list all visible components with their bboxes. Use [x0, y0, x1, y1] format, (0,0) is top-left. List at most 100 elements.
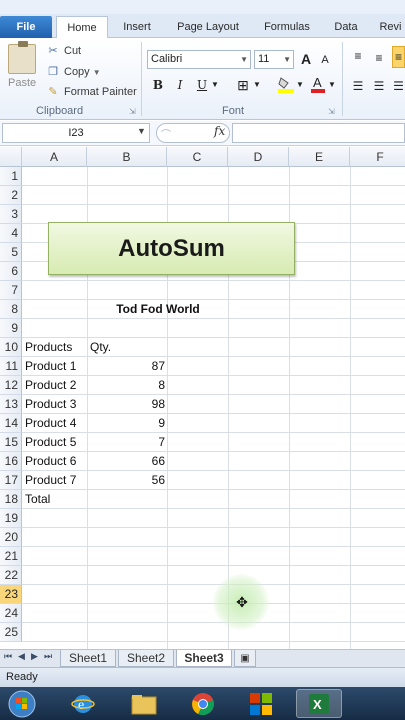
- dialog-launcher-icon[interactable]: ⇲: [129, 107, 136, 116]
- column-header-b[interactable]: B: [87, 147, 167, 167]
- taskbar-office-app[interactable]: [238, 689, 284, 718]
- product-name-cell[interactable]: Product 5: [23, 433, 87, 452]
- copy-button[interactable]: ❐ Copy ▼: [46, 63, 101, 81]
- row-header-9[interactable]: 9: [0, 319, 22, 338]
- paste-icon[interactable]: [8, 41, 36, 74]
- align-middle-icon[interactable]: ≡: [371, 48, 387, 68]
- product-qty-cell[interactable]: 8: [88, 376, 167, 395]
- last-sheet-icon[interactable]: ⏭: [44, 651, 52, 662]
- chevron-down-icon[interactable]: ▼: [93, 68, 101, 77]
- row-header-2[interactable]: 2: [0, 186, 22, 205]
- italic-button[interactable]: I: [173, 75, 187, 95]
- row-header-11[interactable]: 11: [0, 357, 22, 376]
- taskbar-explorer[interactable]: [121, 689, 167, 718]
- product-name-cell[interactable]: Product 7: [23, 471, 87, 490]
- product-qty-cell[interactable]: 66: [88, 452, 167, 471]
- fill-color-icon[interactable]: [277, 75, 295, 95]
- product-name-cell[interactable]: Product 4: [23, 414, 87, 433]
- chevron-down-icon[interactable]: ▼: [211, 75, 219, 95]
- row-header-12[interactable]: 12: [0, 376, 22, 395]
- tab-formulas[interactable]: Formulas: [255, 16, 319, 38]
- next-sheet-icon[interactable]: ▶: [31, 651, 38, 662]
- row-header-3[interactable]: 3: [0, 205, 22, 224]
- align-center-icon[interactable]: ☰: [371, 76, 387, 96]
- row-header-10[interactable]: 10: [0, 338, 22, 357]
- row-header-4[interactable]: 4: [0, 224, 22, 243]
- chevron-down-icon[interactable]: ▼: [328, 75, 336, 95]
- row-header-1[interactable]: 1: [0, 167, 22, 186]
- row-header-25[interactable]: 25: [0, 623, 22, 642]
- row-header-14[interactable]: 14: [0, 414, 22, 433]
- taskbar-internet-explorer[interactable]: e: [60, 689, 106, 718]
- tab-review[interactable]: Revi: [376, 16, 405, 38]
- row-header-20[interactable]: 20: [0, 528, 22, 547]
- row-header-24[interactable]: 24: [0, 604, 22, 623]
- format-painter-button[interactable]: ✎ Format Painter: [46, 83, 136, 101]
- prev-sheet-icon[interactable]: ◀: [18, 651, 25, 662]
- shrink-font-button[interactable]: A: [318, 50, 332, 70]
- start-button[interactable]: [4, 689, 40, 718]
- product-name-cell[interactable]: Product 6: [23, 452, 87, 471]
- column-header-f[interactable]: F: [350, 147, 405, 167]
- paste-button-label[interactable]: Paste: [8, 77, 36, 89]
- product-name-cell[interactable]: Product 1: [23, 357, 87, 376]
- worksheet-grid[interactable]: A B C D E F 1 2 3 4 5 6 7 8 9 10 11 12 13 14 15 16 17 18 1…: [0, 147, 405, 649]
- product-qty-cell[interactable]: 9: [88, 414, 167, 433]
- align-right-icon[interactable]: ☰: [392, 76, 405, 96]
- sheet-tab-sheet2[interactable]: Sheet2: [118, 650, 174, 667]
- align-top-icon[interactable]: ≡: [350, 46, 366, 66]
- first-sheet-icon[interactable]: ⏮: [4, 651, 12, 662]
- product-qty-cell[interactable]: 87: [88, 357, 167, 376]
- total-label-cell[interactable]: Total: [23, 490, 87, 509]
- bold-button[interactable]: B: [151, 75, 165, 95]
- tab-insert[interactable]: Insert: [113, 16, 161, 38]
- column-header-c[interactable]: C: [167, 147, 228, 167]
- tab-data[interactable]: Data: [326, 16, 366, 38]
- select-all-corner[interactable]: [0, 147, 22, 167]
- product-name-cell[interactable]: Product 3: [23, 395, 87, 414]
- column-header-a[interactable]: A: [22, 147, 87, 167]
- product-qty-cell[interactable]: 7: [88, 433, 167, 452]
- sheet-tab-sheet1[interactable]: Sheet1: [60, 650, 116, 667]
- name-box[interactable]: I23: [2, 123, 150, 143]
- header-products-cell[interactable]: Products: [23, 338, 87, 357]
- font-name-select[interactable]: Calibri ▼: [147, 50, 251, 69]
- taskbar-excel[interactable]: X: [296, 689, 342, 718]
- tab-page-layout[interactable]: Page Layout: [168, 16, 248, 38]
- tab-file[interactable]: File: [0, 16, 52, 38]
- chevron-down-icon[interactable]: ▼: [253, 75, 261, 95]
- product-name-cell[interactable]: Product 2: [23, 376, 87, 395]
- product-qty-cell[interactable]: 98: [88, 395, 167, 414]
- borders-icon[interactable]: ⊞: [235, 75, 251, 95]
- align-bottom-icon[interactable]: ≡: [392, 46, 405, 68]
- formula-bar-collapse-icon[interactable]: ⌒: [161, 126, 171, 141]
- row-header-17[interactable]: 17: [0, 471, 22, 490]
- chevron-down-icon[interactable]: ▼: [296, 75, 304, 95]
- row-header-5[interactable]: 5: [0, 243, 22, 262]
- insert-sheet-icon[interactable]: ▣: [234, 650, 256, 667]
- row-header-16[interactable]: 16: [0, 452, 22, 471]
- heading-cell[interactable]: Tod Fod World: [88, 300, 228, 319]
- taskbar-chrome[interactable]: [180, 689, 226, 718]
- column-header-e[interactable]: E: [289, 147, 350, 167]
- font-color-icon[interactable]: A: [310, 75, 326, 95]
- insert-function-icon[interactable]: fx: [214, 124, 225, 138]
- row-header-23[interactable]: 23: [0, 585, 22, 604]
- column-header-d[interactable]: D: [228, 147, 289, 167]
- formula-input[interactable]: [232, 123, 405, 143]
- header-qty-cell[interactable]: Qty.: [88, 338, 167, 357]
- sheet-tab-sheet3[interactable]: Sheet3: [176, 650, 232, 667]
- dialog-launcher-icon[interactable]: ⇲: [328, 107, 335, 116]
- font-size-select[interactable]: 11 ▼: [254, 50, 294, 69]
- row-header-15[interactable]: 15: [0, 433, 22, 452]
- cut-button[interactable]: ✂ Cut: [46, 42, 81, 60]
- row-header-18[interactable]: 18: [0, 490, 22, 509]
- chevron-down-icon[interactable]: ▼: [137, 126, 146, 136]
- row-header-6[interactable]: 6: [0, 262, 22, 281]
- align-left-icon[interactable]: ☰: [350, 76, 366, 96]
- row-header-22[interactable]: 22: [0, 566, 22, 585]
- product-qty-cell[interactable]: 56: [88, 471, 167, 490]
- row-header-21[interactable]: 21: [0, 547, 22, 566]
- row-header-8[interactable]: 8: [0, 300, 22, 319]
- row-header-13[interactable]: 13: [0, 395, 22, 414]
